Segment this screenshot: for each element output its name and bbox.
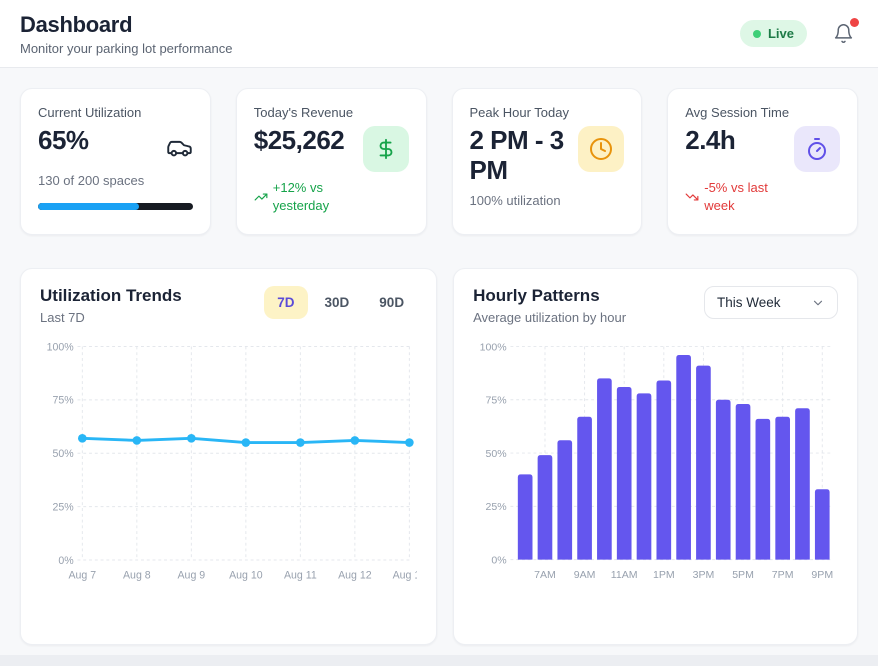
dashboard-page: Dashboard Monitor your parking lot perfo… bbox=[0, 0, 878, 665]
stat-label: Peak Hour Today bbox=[470, 105, 625, 120]
stat-value: 2.4h bbox=[685, 126, 735, 156]
main-content: Current Utilization 65% 130 of 200 space… bbox=[0, 68, 878, 665]
hourly-patterns-bar-chart: 0% 25% 50% 75% 100% 7AM 9AM 11AM 1PM 3PM 5PM 7PM 9PM bbox=[473, 333, 838, 588]
timer-icon bbox=[794, 126, 840, 172]
chart-titles: Hourly Patterns Average utilization by h… bbox=[473, 286, 626, 325]
page-subtitle: Monitor your parking lot performance bbox=[20, 41, 232, 56]
hourly-patterns-card: Hourly Patterns Average utilization by h… bbox=[453, 268, 858, 645]
car-icon bbox=[166, 126, 193, 166]
range-tabs: 7D 30D 90D bbox=[264, 286, 417, 319]
svg-text:Aug 12: Aug 12 bbox=[338, 569, 372, 581]
chart-header: Hourly Patterns Average utilization by h… bbox=[473, 286, 838, 325]
svg-text:Aug 13: Aug 13 bbox=[393, 569, 417, 581]
dropdown-value: This Week bbox=[717, 295, 781, 310]
trend-indicator: +12% vs yesterday bbox=[254, 179, 409, 214]
svg-text:Aug 7: Aug 7 bbox=[68, 569, 96, 581]
svg-text:1PM: 1PM bbox=[653, 569, 675, 581]
bell-icon bbox=[833, 23, 854, 44]
tab-90d[interactable]: 90D bbox=[366, 286, 417, 319]
chart-title: Utilization Trends bbox=[40, 286, 182, 306]
svg-text:100%: 100% bbox=[47, 341, 75, 353]
stat-main-row: 2 PM - 3 PM bbox=[470, 126, 625, 186]
svg-text:7PM: 7PM bbox=[772, 569, 794, 581]
header-titles: Dashboard Monitor your parking lot perfo… bbox=[20, 12, 232, 56]
chart-subtitle: Last 7D bbox=[40, 310, 182, 325]
chevron-down-icon bbox=[811, 296, 825, 310]
clock-icon bbox=[578, 126, 624, 172]
stat-card-todays-revenue: Today's Revenue $25,262 +12% vs yesterda bbox=[236, 88, 427, 235]
svg-text:25%: 25% bbox=[52, 501, 74, 513]
svg-text:25%: 25% bbox=[486, 501, 507, 513]
header-actions: Live bbox=[740, 20, 856, 47]
utilization-trends-line-chart: 0% 25% 50% 75% 100% Aug 7 Aug 8 Aug 9 Aug 10 Aug … bbox=[40, 333, 417, 589]
stats-row: Current Utilization 65% 130 of 200 space… bbox=[20, 88, 858, 235]
stat-main-row: $25,262 bbox=[254, 126, 409, 172]
utilization-progress-bar bbox=[38, 203, 193, 210]
trend-text: +12% vs yesterday bbox=[273, 179, 357, 214]
trend-text: -5% vs last week bbox=[704, 179, 788, 214]
stat-subtext: 130 of 200 spaces bbox=[38, 173, 193, 188]
tab-7d[interactable]: 7D bbox=[264, 286, 307, 319]
stat-label: Avg Session Time bbox=[685, 105, 840, 120]
charts-row: Utilization Trends Last 7D 7D 30D 90D 0%… bbox=[20, 268, 858, 645]
trending-down-icon bbox=[685, 190, 699, 204]
svg-text:100%: 100% bbox=[480, 341, 507, 353]
chart-titles: Utilization Trends Last 7D bbox=[40, 286, 182, 325]
svg-text:9PM: 9PM bbox=[811, 569, 833, 581]
tab-30d[interactable]: 30D bbox=[312, 286, 363, 319]
chart-title: Hourly Patterns bbox=[473, 286, 626, 306]
chart-subtitle: Average utilization by hour bbox=[473, 310, 626, 325]
stat-value: 2 PM - 3 PM bbox=[470, 126, 571, 186]
stat-main-row: 65% bbox=[38, 126, 193, 166]
stat-subtext: 100% utilization bbox=[470, 193, 625, 208]
stat-value: 65% bbox=[38, 126, 89, 156]
stat-card-peak-hour: Peak Hour Today 2 PM - 3 PM 100% utiliza… bbox=[452, 88, 643, 235]
utilization-progress-fill bbox=[38, 203, 139, 210]
bottom-strip bbox=[0, 655, 878, 666]
svg-text:0%: 0% bbox=[58, 555, 74, 567]
notification-dot bbox=[850, 18, 859, 27]
live-dot-icon bbox=[753, 30, 761, 38]
svg-text:Aug 10: Aug 10 bbox=[229, 569, 263, 581]
stat-label: Current Utilization bbox=[38, 105, 193, 120]
live-label: Live bbox=[768, 26, 794, 41]
svg-text:75%: 75% bbox=[52, 395, 74, 407]
svg-text:5PM: 5PM bbox=[732, 569, 754, 581]
trending-up-icon bbox=[254, 190, 268, 204]
svg-text:9AM: 9AM bbox=[574, 569, 596, 581]
week-select-dropdown[interactable]: This Week bbox=[704, 286, 838, 319]
stat-card-avg-session-time: Avg Session Time 2.4h -5% vs last week bbox=[667, 88, 858, 235]
svg-text:Aug 11: Aug 11 bbox=[284, 569, 317, 581]
stat-label: Today's Revenue bbox=[254, 105, 409, 120]
stat-main-row: 2.4h bbox=[685, 126, 840, 172]
svg-text:Aug 9: Aug 9 bbox=[178, 569, 206, 581]
svg-text:3PM: 3PM bbox=[693, 569, 715, 581]
svg-text:75%: 75% bbox=[486, 395, 507, 407]
page-title: Dashboard bbox=[20, 12, 232, 38]
svg-text:11AM: 11AM bbox=[611, 569, 638, 581]
chart-header: Utilization Trends Last 7D 7D 30D 90D bbox=[40, 286, 417, 325]
stat-card-current-utilization: Current Utilization 65% 130 of 200 space… bbox=[20, 88, 211, 235]
notifications-button[interactable] bbox=[831, 21, 856, 46]
dollar-icon bbox=[363, 126, 409, 172]
svg-text:7AM: 7AM bbox=[534, 569, 556, 581]
svg-text:Aug 8: Aug 8 bbox=[123, 569, 151, 581]
utilization-trends-card: Utilization Trends Last 7D 7D 30D 90D 0%… bbox=[20, 268, 437, 645]
svg-text:50%: 50% bbox=[486, 448, 507, 460]
live-status-badge: Live bbox=[740, 20, 807, 47]
svg-text:50%: 50% bbox=[52, 448, 74, 460]
svg-text:0%: 0% bbox=[491, 554, 506, 566]
header: Dashboard Monitor your parking lot perfo… bbox=[0, 0, 878, 68]
trend-indicator: -5% vs last week bbox=[685, 179, 840, 214]
stat-value: $25,262 bbox=[254, 126, 344, 156]
